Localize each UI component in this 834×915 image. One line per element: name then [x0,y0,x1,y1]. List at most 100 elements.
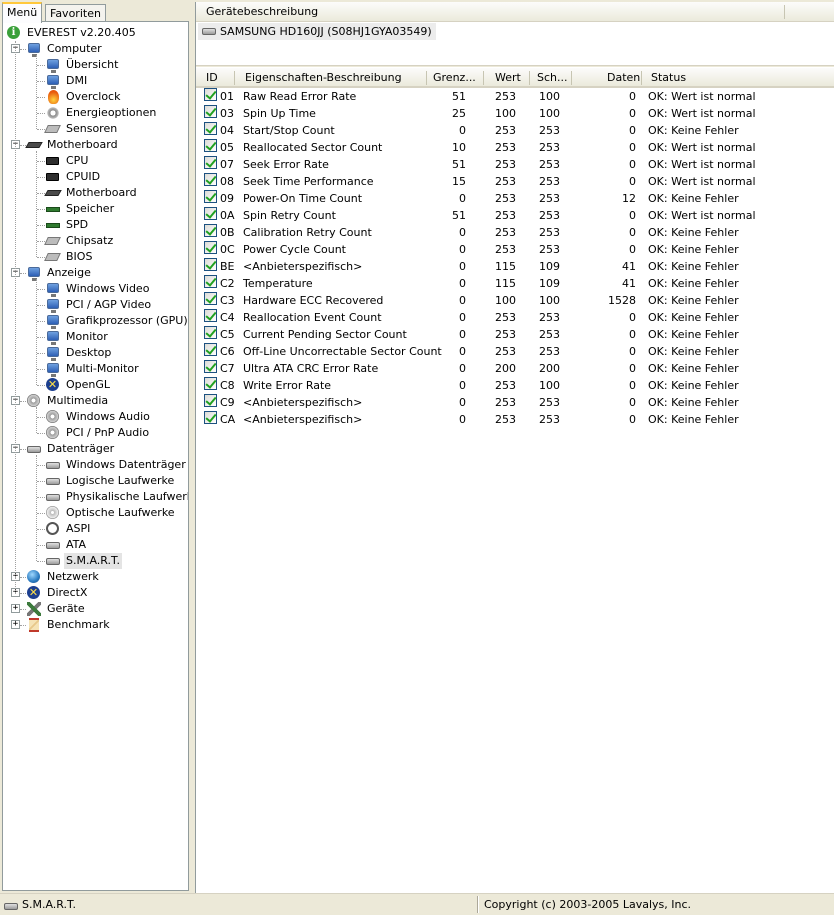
cell-value: 253 [495,192,516,205]
row-checkbox[interactable] [204,105,217,118]
table-row[interactable]: C8 Write Error Rate 0 253 100 0 OK: Keine Fehl… [196,377,834,394]
cell-description: Seek Time Performance [243,175,374,188]
cell-threshold: 0 [459,294,466,307]
tree-connector [20,49,26,50]
display-icon [28,267,40,281]
row-checkbox[interactable] [204,258,217,271]
tree-connector [20,609,26,610]
cell-worst: 253 [539,141,560,154]
content-panel: Gerätebeschreibung SAMSUNG HD160JJ (S08H… [195,2,834,893]
table-row[interactable]: CA <Anbieterspezifisch> 0 253 253 0 OK: Keine … [196,411,834,428]
row-checkbox[interactable] [204,377,217,390]
tree-connector [37,321,45,322]
cell-id: 04 [220,124,234,137]
column-divider[interactable] [426,71,427,85]
table-row[interactable]: BE <Anbieterspezifisch> 0 115 109 41 OK: Keine… [196,258,834,275]
expand-icon[interactable]: + [11,620,20,629]
cell-data: 0 [629,328,636,341]
column-divider[interactable] [483,71,484,85]
cell-id: CA [220,413,236,426]
tree-item-label: Motherboard [66,186,137,199]
column-header-id[interactable]: ID [206,71,218,84]
tree-connector [37,561,45,562]
cell-id: C5 [220,328,235,341]
cell-id: 09 [220,192,234,205]
row-checkbox[interactable] [204,190,217,203]
column-header-value[interactable]: Wert [495,71,521,84]
tree-item-label: Overclock [66,90,121,103]
column-header-status[interactable]: Status [651,71,686,84]
table-row[interactable]: 0A Spin Retry Count 51 253 253 0 OK: Wert ist … [196,207,834,224]
tree-item-label: Benchmark [47,618,110,631]
device-description-title: Gerätebeschreibung [206,5,319,18]
tab-favorites[interactable]: Favoriten [45,4,106,22]
table-row[interactable]: 0B Calibration Retry Count 0 253 253 0 OK: Kei… [196,224,834,241]
row-checkbox[interactable] [204,292,217,305]
row-checkbox[interactable] [204,343,217,356]
tab-menu[interactable]: Menü [2,2,43,23]
tree-connector [15,41,16,593]
table-row[interactable]: C2 Temperature 0 115 109 41 OK: Keine Fehler [196,275,834,292]
desktop-icon [47,347,59,361]
row-checkbox[interactable] [204,394,217,407]
row-checkbox[interactable] [204,411,217,424]
table-row[interactable]: 05 Reallocated Sector Count 10 253 253 0 OK: W… [196,139,834,156]
table-row[interactable]: C4 Reallocation Event Count 0 253 253 0 OK: Ke… [196,309,834,326]
column-divider[interactable] [234,71,235,85]
row-checkbox[interactable] [204,88,217,101]
aspi-icon [46,522,59,535]
table-row[interactable]: 03 Spin Up Time 25 100 100 0 OK: Wert ist norm… [196,105,834,122]
table-row[interactable]: C7 Ultra ATA CRC Error Rate 0 200 200 0 OK: Ke… [196,360,834,377]
cell-id: 0A [220,209,235,222]
column-header-threshold[interactable]: Grenz... [433,71,476,84]
table-row[interactable]: C3 Hardware ECC Recovered 0 100 100 1528 OK: K… [196,292,834,309]
table-row[interactable]: 04 Start/Stop Count 0 253 253 0 OK: Keine Fehl… [196,122,834,139]
column-header-data[interactable]: Daten [607,71,640,84]
row-checkbox[interactable] [204,139,217,152]
navigation-tree[interactable]: i EVEREST v2.20.405 Computer − Übersicht DMI O… [2,21,189,891]
cell-value: 253 [495,345,516,358]
bios-icon [44,253,61,261]
table-row[interactable]: 09 Power-On Time Count 0 253 253 12 OK: Keine … [196,190,834,207]
table-row[interactable]: 01 Raw Read Error Rate 51 253 100 0 OK: Wert i… [196,88,834,105]
devices-icon [27,602,41,616]
device-list-item[interactable]: SAMSUNG HD160JJ (S08HJ1GYA03549) [198,23,436,40]
fire-icon [48,90,59,104]
column-header-description[interactable]: Eigenschaften-Beschreibung [245,71,402,84]
column-divider[interactable] [641,71,642,85]
cell-id: 07 [220,158,234,171]
cell-data: 0 [629,107,636,120]
tree-connector [36,55,37,129]
row-checkbox[interactable] [204,173,217,186]
motherboard-icon [44,190,62,196]
column-divider[interactable] [529,71,530,85]
table-row[interactable]: 07 Seek Error Rate 51 253 253 0 OK: Wert ist n… [196,156,834,173]
tree-item-label: Multi-Monitor [66,362,139,375]
table-row[interactable]: C6 Off-Line Uncorrectable Sector Count 0 25… [196,343,834,360]
cell-status: OK: Keine Fehler [648,192,739,205]
row-checkbox[interactable] [204,309,217,322]
tree-item-label: Windows Audio [66,410,150,423]
row-checkbox[interactable] [204,122,217,135]
tree-item-label: ATA [66,538,87,551]
row-checkbox[interactable] [204,275,217,288]
expand-icon[interactable]: + [11,604,20,613]
row-checkbox[interactable] [204,360,217,373]
column-header-worst[interactable]: Sch... [537,71,568,84]
row-checkbox[interactable] [204,241,217,254]
cell-status: OK: Wert ist normal [648,90,756,103]
drive-icon [46,542,60,549]
monitor-icon [47,283,59,297]
tree-connector [37,209,45,210]
table-row[interactable]: 08 Seek Time Performance 15 253 253 0 OK: Wert… [196,173,834,190]
status-divider [477,896,479,913]
table-row[interactable]: 0C Power Cycle Count 0 253 253 0 OK: Keine Feh… [196,241,834,258]
column-divider[interactable] [571,71,572,85]
row-checkbox[interactable] [204,326,217,339]
cell-data: 41 [622,277,636,290]
table-row[interactable]: C9 <Anbieterspezifisch> 0 253 253 0 OK: Keine … [196,394,834,411]
row-checkbox[interactable] [204,224,217,237]
table-row[interactable]: C5 Current Pending Sector Count 0 253 253 0 OK… [196,326,834,343]
row-checkbox[interactable] [204,156,217,169]
row-checkbox[interactable] [204,207,217,220]
